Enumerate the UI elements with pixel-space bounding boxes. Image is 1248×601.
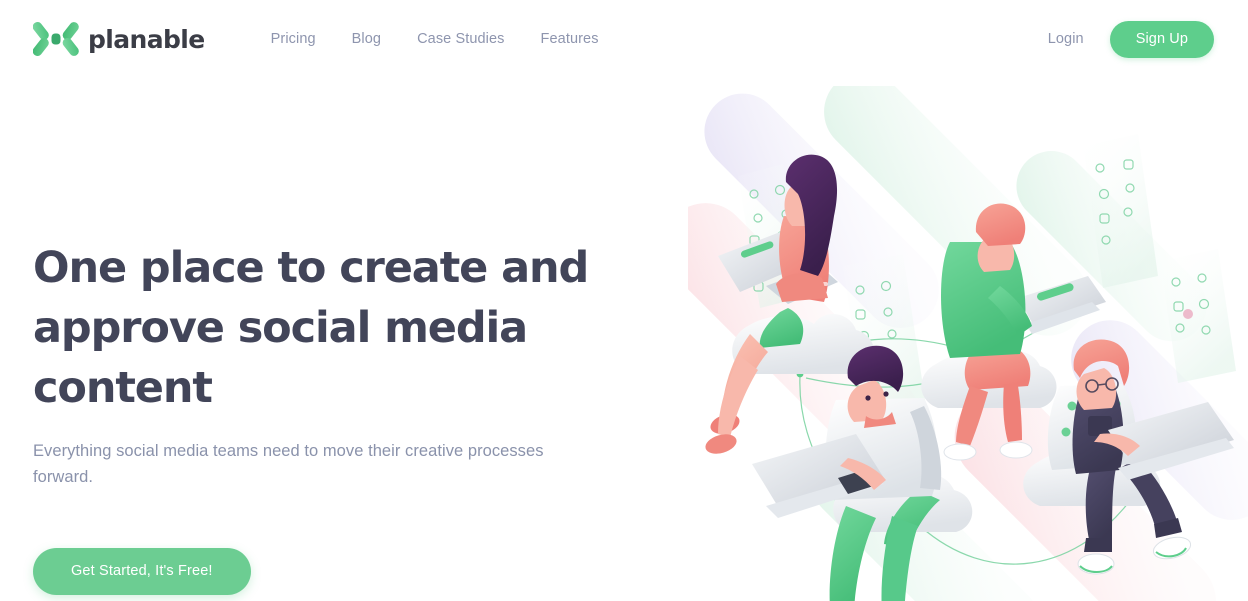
- hero-copy: One place to create and approve social m…: [33, 238, 653, 595]
- sign-up-button[interactable]: Sign Up: [1109, 20, 1214, 58]
- planable-x-mark-icon: [33, 19, 79, 59]
- hero-illustration: [688, 86, 1248, 601]
- nav-item-blog[interactable]: Blog: [334, 23, 399, 55]
- brand-logo[interactable]: planable: [33, 19, 205, 59]
- get-started-button[interactable]: Get Started, It's Free!: [33, 548, 251, 595]
- site-header: planable Pricing Blog Case Studies Featu…: [0, 0, 1248, 78]
- header-actions: Login Sign Up: [1032, 20, 1214, 58]
- nav-item-pricing[interactable]: Pricing: [253, 23, 334, 55]
- main-navigation: Pricing Blog Case Studies Features: [253, 23, 617, 55]
- nav-item-case-studies[interactable]: Case Studies: [399, 23, 522, 55]
- nav-item-features[interactable]: Features: [523, 23, 617, 55]
- hero-headline: One place to create and approve social m…: [33, 243, 589, 413]
- hero-subheadline: Everything social media teams need to mo…: [33, 442, 544, 486]
- login-link[interactable]: Login: [1032, 23, 1100, 55]
- brand-wordmark: planable: [88, 24, 205, 54]
- landing-page: planable Pricing Blog Case Studies Featu…: [0, 0, 1248, 601]
